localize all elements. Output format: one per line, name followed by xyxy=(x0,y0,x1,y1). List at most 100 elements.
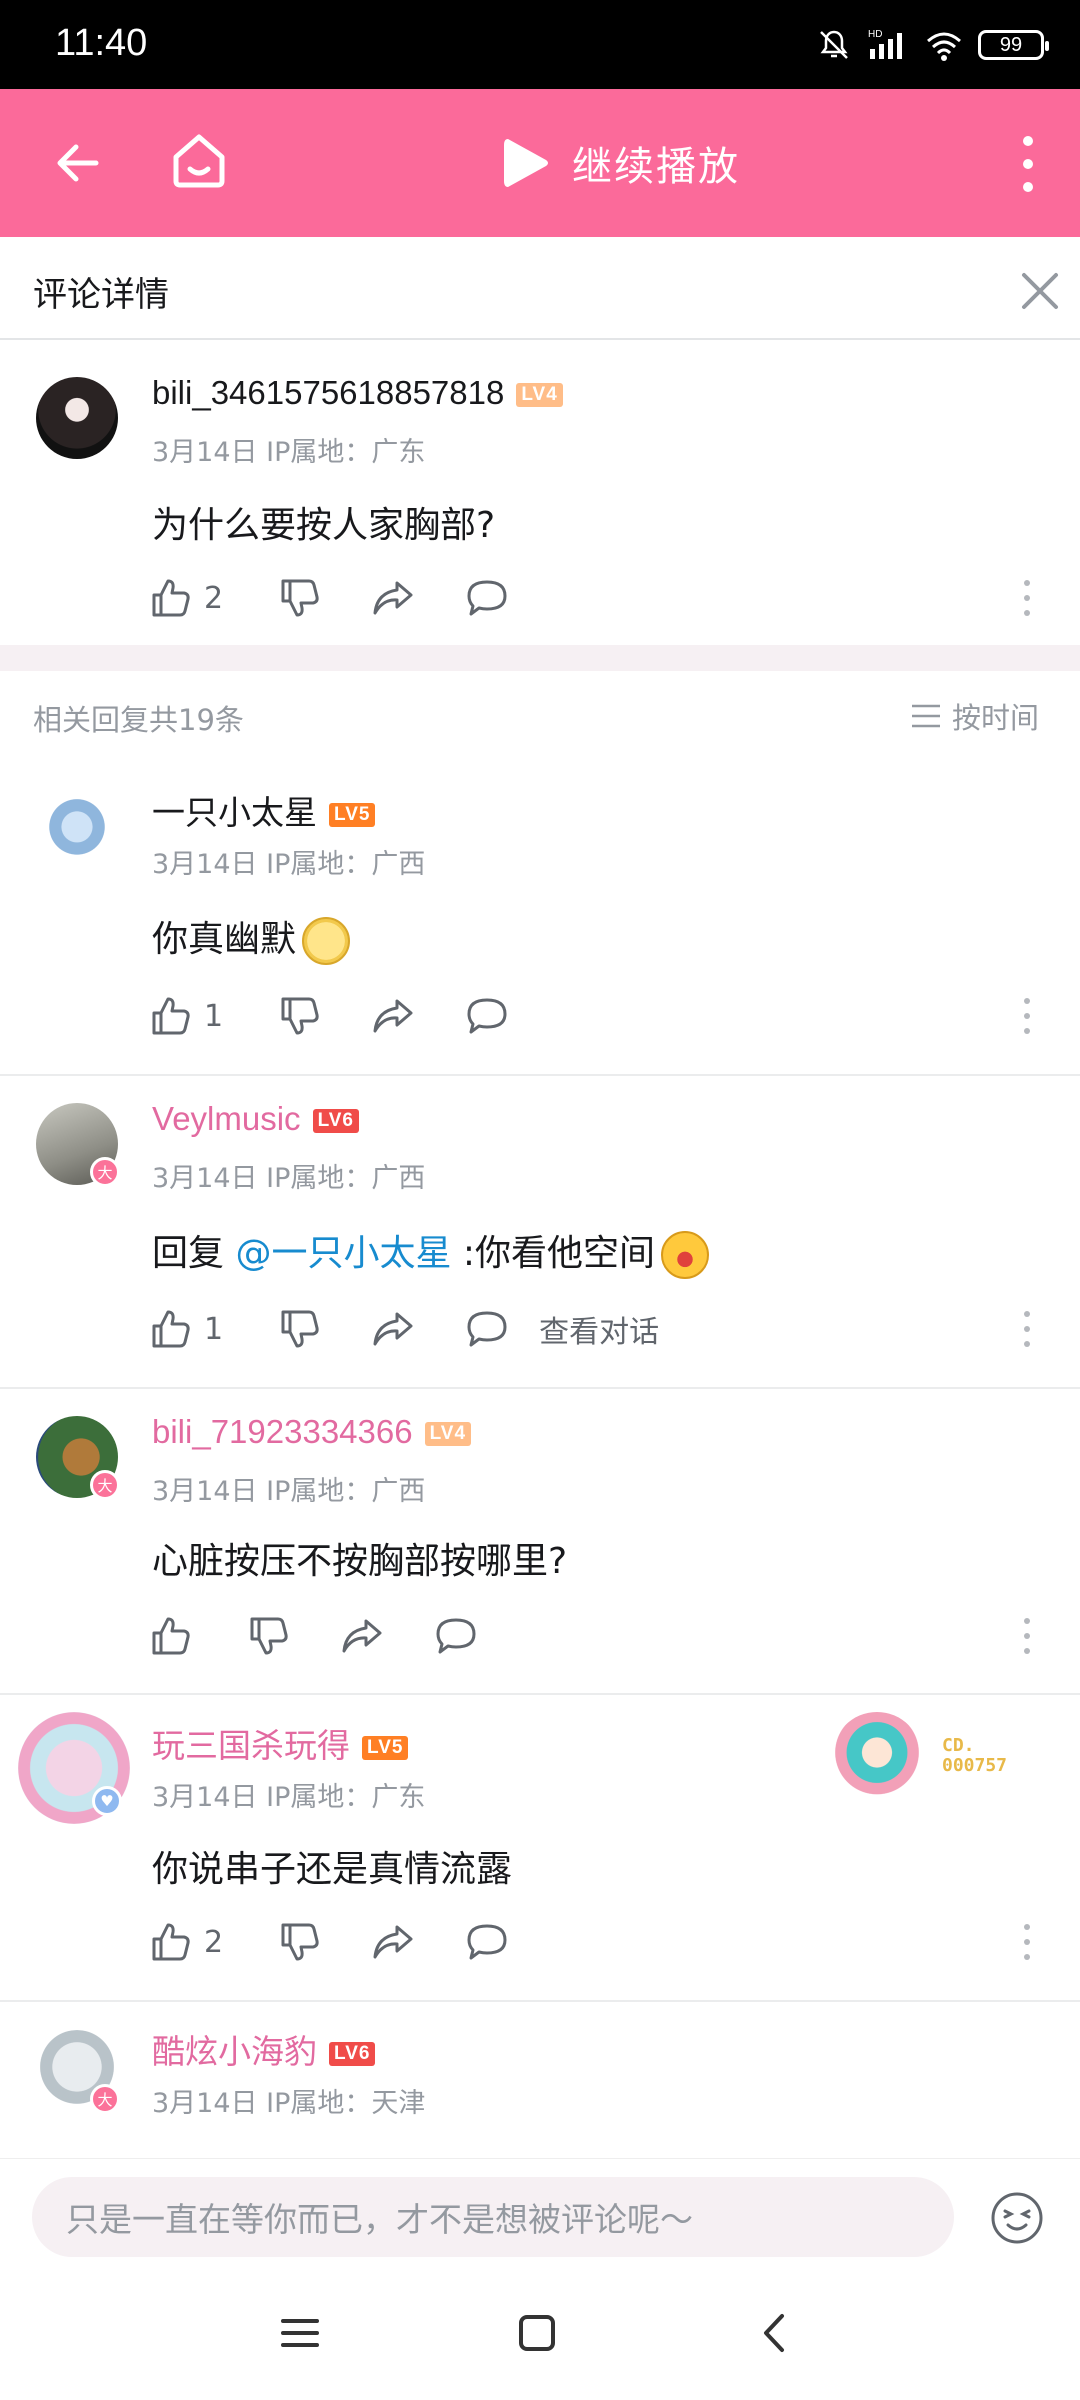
reply-meta: 3月14日 IP属地：天津 xyxy=(152,2088,426,2119)
emoji-icon[interactable] xyxy=(990,2191,1044,2245)
section-divider xyxy=(0,645,1080,671)
thumb-up-icon xyxy=(152,1617,190,1655)
smile-emoji-icon xyxy=(302,917,351,965)
reply-more-icon[interactable] xyxy=(1022,996,1032,1036)
vip-badge: 大 xyxy=(90,1157,120,1187)
like-count: 2 xyxy=(204,1924,224,1960)
share-icon[interactable] xyxy=(371,1308,415,1350)
continue-play-button[interactable]: 继续播放 xyxy=(502,131,740,195)
home-icon[interactable] xyxy=(168,129,230,191)
thumb-down-icon[interactable] xyxy=(279,1308,321,1350)
avatar[interactable] xyxy=(36,377,118,459)
menu-icon[interactable] xyxy=(275,2308,325,2358)
reply-content: 心脏按压不按胸部按哪里? xyxy=(152,1541,568,1582)
thumb-down-icon[interactable] xyxy=(279,1921,321,1963)
like-button[interactable]: 2 xyxy=(150,1921,223,1963)
divider xyxy=(0,1387,1080,1389)
share-icon[interactable] xyxy=(340,1615,384,1657)
like-button[interactable] xyxy=(150,1615,192,1657)
share-icon[interactable] xyxy=(371,1921,415,1963)
reply-more-icon[interactable] xyxy=(1022,1922,1032,1962)
back-chevron-icon[interactable] xyxy=(750,2308,800,2358)
comment-icon[interactable] xyxy=(465,577,509,619)
like-button[interactable]: 1 xyxy=(150,995,223,1037)
like-button[interactable]: 1 xyxy=(150,1308,223,1350)
share-icon[interactable] xyxy=(371,995,415,1037)
close-icon[interactable] xyxy=(1018,269,1062,313)
comment-icon[interactable] xyxy=(465,1308,509,1350)
comment-icon[interactable] xyxy=(465,1921,509,1963)
avatar[interactable]: 大 xyxy=(36,1103,120,1187)
vip-badge: 大 xyxy=(90,1470,120,1500)
level-badge: LV4 xyxy=(424,1422,472,1447)
view-conversation-link[interactable]: 查看对话 xyxy=(539,1307,659,1351)
replies-count: 相关回复共19条 xyxy=(33,703,244,737)
thumb-down-icon[interactable] xyxy=(279,577,321,619)
comment-meta: 3月14日 IP属地：广东 xyxy=(152,437,426,468)
continue-play-label: 继续播放 xyxy=(572,144,740,190)
mute-bell-icon xyxy=(820,30,848,59)
square-icon[interactable] xyxy=(512,2308,562,2358)
comment-icon[interactable] xyxy=(434,1615,478,1657)
avatar-frame[interactable]: ♥ xyxy=(18,1712,130,1824)
comment-input[interactable]: 只是一直在等你而已，才不是想被评论呢～ xyxy=(32,2177,954,2257)
like-button[interactable]: 2 xyxy=(150,577,223,619)
thumb-down-icon[interactable] xyxy=(279,995,321,1037)
mention-link[interactable]: @一只小太星 xyxy=(235,1233,451,1274)
reply-username[interactable]: 酷炫小海豹 LV6 xyxy=(152,2025,376,2073)
avatar[interactable]: 大 xyxy=(36,1416,120,1500)
sort-label: 按时间 xyxy=(952,701,1040,735)
laugh-emoji-icon xyxy=(661,1231,710,1279)
thumb-up-icon xyxy=(152,579,190,617)
like-count: 1 xyxy=(204,998,224,1034)
signal-icon: HD xyxy=(868,29,902,59)
status-bar: 11:40 HD 99 xyxy=(0,0,1080,89)
share-icon[interactable] xyxy=(371,577,415,619)
thumb-up-icon xyxy=(152,1310,190,1348)
comment-more-icon[interactable] xyxy=(1022,578,1032,618)
status-time: 11:40 xyxy=(55,22,148,64)
level-badge: LV6 xyxy=(329,2042,376,2067)
comment-icon[interactable] xyxy=(465,995,509,1037)
thumb-down-icon[interactable] xyxy=(248,1615,290,1657)
reply-meta: 3月14日 IP属地：广西 xyxy=(152,1476,426,1507)
reply-username[interactable]: 玩三国杀玩得 LV5 xyxy=(152,1719,409,1767)
divider xyxy=(0,2000,1080,2002)
level-badge: LV5 xyxy=(362,1736,409,1761)
reply-content: 你说串子还是真情流露 xyxy=(152,1849,513,1890)
reply-meta: 3月14日 IP属地：广东 xyxy=(152,1782,426,1813)
back-arrow-icon[interactable] xyxy=(48,133,108,193)
reply-actions: 1 查看对话 xyxy=(150,1299,659,1359)
divider xyxy=(0,1074,1080,1076)
reply-username[interactable]: Veylmusic LV6 xyxy=(152,1100,359,1138)
reply-meta: 3月14日 IP属地：广西 xyxy=(152,1163,426,1194)
thumb-up-icon xyxy=(152,997,190,1035)
reply-more-icon[interactable] xyxy=(1022,1616,1032,1656)
reply-meta: 3月14日 IP属地：广西 xyxy=(152,849,426,880)
vip-badge: ♥ xyxy=(92,1786,122,1816)
reply-content: 你真幽默 xyxy=(152,910,351,965)
avatar[interactable] xyxy=(36,790,118,872)
reply-username[interactable]: bili_71923334366 LV4 xyxy=(152,1413,472,1451)
battery-indicator: 99 xyxy=(978,30,1049,60)
sort-button[interactable]: 按时间 xyxy=(910,695,1039,737)
comment-detail-header: 评论详情 xyxy=(0,237,1080,340)
reply-content: 回复 @一只小太星 :你看他空间 xyxy=(152,1224,710,1279)
comment-input-placeholder: 只是一直在等你而已，才不是想被评论呢～ xyxy=(66,2200,693,2239)
level-badge: LV6 xyxy=(312,1109,359,1134)
reply-more-icon[interactable] xyxy=(1022,1309,1032,1349)
svg-text:HD: HD xyxy=(868,29,882,40)
system-navbar xyxy=(0,2268,1080,2400)
sort-icon xyxy=(912,704,940,728)
play-icon xyxy=(504,139,548,187)
comment-actions: 2 xyxy=(150,568,509,628)
status-icons: HD 99 xyxy=(816,22,1049,68)
fan-badge-image xyxy=(832,1712,922,1802)
more-vertical-icon[interactable] xyxy=(1016,133,1040,195)
reply-username[interactable]: 一只小太星 LV5 xyxy=(152,786,376,834)
reply-actions: 1 xyxy=(150,986,509,1046)
wifi-icon xyxy=(927,32,961,61)
comment-input-bar: 只是一直在等你而已，才不是想被评论呢～ xyxy=(0,2158,1080,2268)
comment-username[interactable]: bili_3461575618857818 LV4 xyxy=(152,374,563,412)
avatar[interactable]: 大 xyxy=(36,2030,120,2114)
